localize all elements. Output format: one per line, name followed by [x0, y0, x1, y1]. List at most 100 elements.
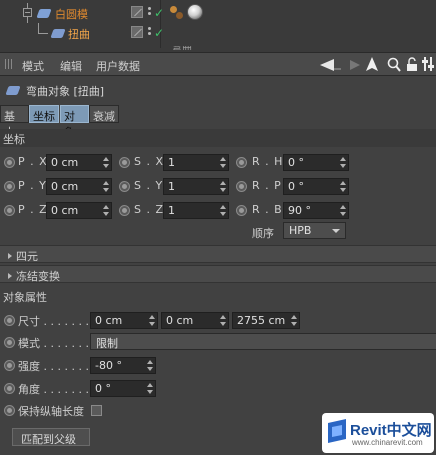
label-py: P . Y: [18, 179, 47, 192]
field-rp[interactable]: 0 °: [283, 178, 349, 195]
field-size-z[interactable]: 2755 cm: [232, 312, 300, 329]
spinner-icon[interactable]: [147, 382, 153, 395]
field-py[interactable]: 0 cm: [46, 178, 112, 195]
panel-grip-icon[interactable]: [5, 59, 13, 69]
texture-tag-icon[interactable]: [187, 4, 203, 20]
anim-radio-rb[interactable]: [236, 205, 247, 216]
spinner-icon[interactable]: [340, 204, 346, 217]
section-quaternion[interactable]: 四元: [0, 245, 436, 263]
value-rb: 90 °: [288, 204, 311, 217]
label-rb: R . B: [252, 203, 283, 216]
spinner-icon[interactable]: [103, 204, 109, 217]
spinner-icon[interactable]: [220, 180, 226, 193]
value-rp: 0 °: [288, 180, 304, 193]
tab-coordinates[interactable]: 坐标: [29, 105, 59, 123]
keep-length-checkbox[interactable]: [91, 405, 102, 416]
spinner-icon[interactable]: [220, 314, 226, 327]
anim-radio-sy[interactable]: [119, 181, 130, 192]
spinner-icon[interactable]: [340, 156, 346, 169]
anim-radio-strength[interactable]: [4, 360, 15, 371]
anim-radio-rh[interactable]: [236, 157, 247, 168]
layer-dots-icon[interactable]: [148, 6, 153, 18]
spinner-icon[interactable]: [103, 156, 109, 169]
menu-edit[interactable]: 编辑: [60, 58, 82, 74]
spinner-icon[interactable]: [291, 314, 297, 327]
watermark-brand: Revit中文网: [350, 422, 432, 439]
anim-radio-sz[interactable]: [119, 205, 130, 216]
expand-arrow-icon[interactable]: [8, 273, 12, 279]
field-sy[interactable]: 1: [163, 178, 229, 195]
label-size: 尺寸 . . . . . . . .: [18, 315, 96, 328]
tree-row-clipped: 弯曲: [150, 46, 210, 50]
search-icon[interactable]: [387, 57, 401, 72]
chevron-down-icon: [332, 229, 340, 233]
tab-object[interactable]: 对象: [60, 105, 89, 139]
spinner-icon[interactable]: [149, 314, 155, 327]
lock-icon[interactable]: [406, 57, 418, 72]
field-rh[interactable]: 0 °: [283, 154, 349, 171]
spinner-icon[interactable]: [220, 156, 226, 169]
section-freeze-transform[interactable]: 冻结变换: [0, 265, 436, 283]
value-sx: 1: [168, 156, 175, 169]
value-size-z: 2755 cm: [237, 314, 286, 327]
tree-item-label[interactable]: 扭曲: [68, 26, 90, 42]
field-sx[interactable]: 1: [163, 154, 229, 171]
material-tag-icon[interactable]: [170, 6, 184, 20]
fit-to-parent-button[interactable]: 匹配到父级: [12, 428, 90, 446]
spinner-icon[interactable]: [340, 180, 346, 193]
menu-user-data[interactable]: 用户数据: [96, 58, 140, 74]
anim-radio-size[interactable]: [4, 315, 15, 326]
value-strength: -80 °: [95, 359, 122, 372]
anim-radio-px[interactable]: [4, 157, 15, 168]
tree-item-label[interactable]: 白圆模: [55, 6, 88, 22]
label-rh: R . H: [252, 155, 284, 168]
expand-arrow-icon[interactable]: [8, 253, 12, 259]
enabled-check-icon[interactable]: ✓: [154, 7, 164, 19]
mode-dropdown[interactable]: 限制: [90, 333, 436, 350]
object-manager: − 白圆模 ✓ 扭曲 ✓ 弯曲: [0, 0, 436, 52]
value-angle: 0 °: [95, 382, 111, 395]
field-rb[interactable]: 90 °: [283, 202, 349, 219]
label-angle: 角度 . . . . . . . .: [18, 383, 96, 396]
field-pz[interactable]: 0 cm: [46, 202, 112, 219]
label-rotation-order: 顺序: [252, 227, 274, 240]
enabled-check-icon[interactable]: ✓: [154, 27, 164, 39]
anim-radio-angle[interactable]: [4, 383, 15, 394]
tab-falloff[interactable]: 衰减: [89, 105, 119, 123]
collapse-toggle-icon[interactable]: −: [23, 8, 32, 17]
field-strength[interactable]: -80 °: [90, 357, 156, 374]
label-px: P . X: [18, 155, 48, 168]
visibility-toggle-icon[interactable]: [131, 6, 143, 18]
rotation-order-dropdown[interactable]: HPB: [283, 222, 346, 239]
watermark-url: www.chinarevit.com: [352, 438, 423, 447]
arrow-left-icon[interactable]: [320, 59, 342, 71]
tree-row-child[interactable]: 扭曲 ✓: [0, 23, 436, 43]
tree-row-parent[interactable]: − 白圆模 ✓: [0, 3, 436, 23]
cursor-icon[interactable]: [366, 57, 378, 73]
value-rh: 0 °: [288, 156, 304, 169]
field-angle[interactable]: 0 °: [90, 380, 156, 397]
spinner-icon[interactable]: [147, 359, 153, 372]
anim-radio-mode[interactable]: [4, 337, 15, 348]
label-sy: S . Y: [134, 179, 164, 192]
settings-icon[interactable]: [422, 56, 434, 72]
menu-mode[interactable]: 模式: [22, 58, 44, 74]
field-size-y[interactable]: 0 cm: [161, 312, 229, 329]
value-size-y: 0 cm: [166, 314, 194, 327]
anim-radio-keep-length[interactable]: [4, 405, 15, 416]
field-px[interactable]: 0 cm: [46, 154, 112, 171]
anim-radio-py[interactable]: [4, 181, 15, 192]
spinner-icon[interactable]: [103, 180, 109, 193]
visibility-toggle-icon[interactable]: [131, 26, 143, 38]
field-size-x[interactable]: 0 cm: [90, 312, 158, 329]
layer-dots-icon[interactable]: [148, 26, 153, 38]
section-object-properties: 对象属性: [0, 287, 436, 305]
label-strength: 强度 . . . . . . . .: [18, 360, 96, 373]
arrow-right-icon[interactable]: [346, 59, 360, 71]
anim-radio-sx[interactable]: [119, 157, 130, 168]
tab-basic[interactable]: 基本: [0, 105, 29, 139]
anim-radio-pz[interactable]: [4, 205, 15, 216]
spinner-icon[interactable]: [220, 204, 226, 217]
anim-radio-rp[interactable]: [236, 181, 247, 192]
field-sz[interactable]: 1: [163, 202, 229, 219]
